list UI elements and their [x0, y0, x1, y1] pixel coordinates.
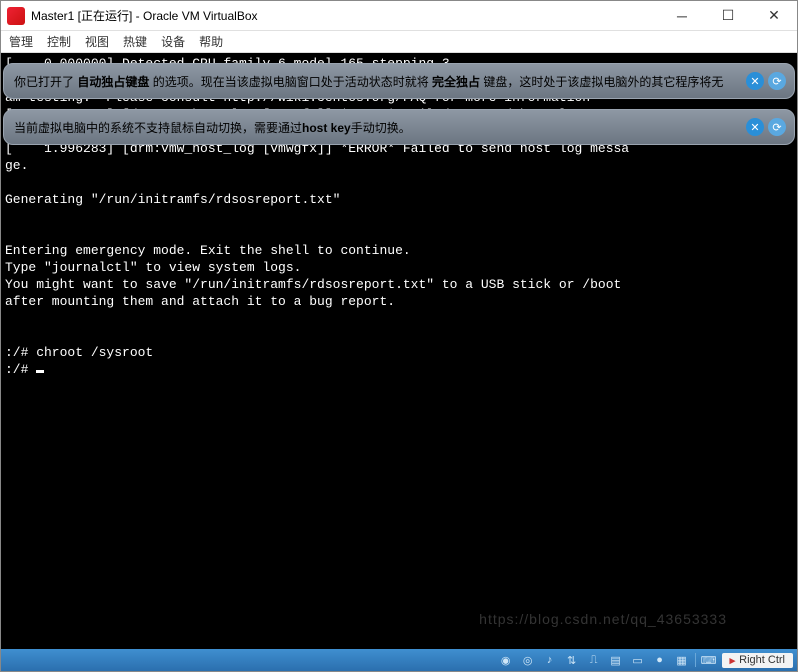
host-key-label: Right Ctrl: [739, 654, 785, 666]
menu-devices[interactable]: 设备: [161, 33, 185, 50]
audio-icon[interactable]: ♪: [541, 651, 559, 669]
titlebar: Master1 [正在运行] - Oracle VM VirtualBox ─ …: [1, 1, 797, 31]
watermark-text: https://blog.csdn.net/qq_43653333: [479, 611, 727, 627]
menu-manage[interactable]: 管理: [9, 33, 33, 50]
network-icon[interactable]: ⇅: [563, 651, 581, 669]
hard-disk-icon[interactable]: ◉: [497, 651, 515, 669]
cursor: [36, 370, 44, 373]
close-button[interactable]: ✕: [751, 1, 797, 31]
notification-suppress-icon[interactable]: ⟳: [768, 118, 786, 136]
menu-view[interactable]: 视图: [85, 33, 109, 50]
maximize-button[interactable]: ☐: [705, 1, 751, 31]
recording-icon[interactable]: ●: [651, 651, 669, 669]
shared-folders-icon[interactable]: ▤: [607, 651, 625, 669]
cpu-icon[interactable]: ▦: [673, 651, 691, 669]
display-icon[interactable]: ▭: [629, 651, 647, 669]
statusbar: ◉ ◎ ♪ ⇅ ⎍ ▤ ▭ ● ▦ ⌨ ▸ Right Ctrl: [1, 649, 797, 671]
mouse-integration-icon[interactable]: ⌨: [700, 651, 718, 669]
host-key-indicator[interactable]: ▸ Right Ctrl: [722, 653, 793, 668]
menubar: 管理 控制 视图 热键 设备 帮助: [1, 31, 797, 53]
virtualbox-icon: [7, 7, 25, 25]
notification-close-icon[interactable]: ✕: [746, 118, 764, 136]
notification-mouse-switch: 当前虚拟电脑中的系统不支持鼠标自动切换，需要通过host key手动切换。 ✕ …: [3, 109, 795, 145]
console-output: [ 0.000000] Detected CPU family 6 model …: [1, 53, 797, 380]
minimize-button[interactable]: ─: [659, 1, 705, 31]
menu-help[interactable]: 帮助: [199, 33, 223, 50]
optical-disk-icon[interactable]: ◎: [519, 651, 537, 669]
host-key-arrow-icon: ▸: [730, 654, 736, 667]
notification-keyboard-capture: 你已打开了 自动独占键盘 的选项。现在当该虚拟电脑窗口处于活动状态时就将 完全独…: [3, 63, 795, 99]
notification-close-icon[interactable]: ✕: [746, 72, 764, 90]
notification-message: 你已打开了 自动独占键盘 的选项。现在当该虚拟电脑窗口处于活动状态时就将 完全独…: [14, 73, 746, 90]
guest-console[interactable]: [ 0.000000] Detected CPU family 6 model …: [1, 53, 797, 649]
window-title: Master1 [正在运行] - Oracle VM VirtualBox: [31, 7, 659, 24]
statusbar-separator: [695, 653, 696, 667]
usb-icon[interactable]: ⎍: [585, 651, 603, 669]
notification-suppress-icon[interactable]: ⟳: [768, 72, 786, 90]
menu-control[interactable]: 控制: [47, 33, 71, 50]
notification-message: 当前虚拟电脑中的系统不支持鼠标自动切换，需要通过host key手动切换。: [14, 119, 746, 136]
menu-hotkey[interactable]: 热键: [123, 33, 147, 50]
vm-window: Master1 [正在运行] - Oracle VM VirtualBox ─ …: [0, 0, 798, 672]
